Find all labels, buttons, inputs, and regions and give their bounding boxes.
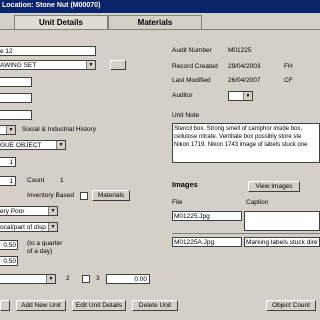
nav-button[interactable] — [0, 300, 10, 311]
images-heading: Images — [172, 180, 198, 189]
image-caption-1[interactable] — [244, 211, 320, 231]
count-label: Count — [27, 177, 45, 184]
unit-name-field[interactable]: e 12 — [0, 46, 96, 56]
edit-unit-details-button[interactable]: Edit Unit Details — [72, 300, 126, 311]
tab-materials[interactable]: Materials — [108, 15, 202, 29]
time-field-2[interactable]: 0.50 — [0, 256, 18, 266]
image-file-2[interactable]: M01225A.Jpg — [172, 237, 242, 247]
auditor-label: Auditor — [172, 92, 193, 99]
disposal-value: ocal/part of disp — [0, 224, 46, 231]
blank-field-2[interactable] — [0, 93, 32, 103]
blank-field-1[interactable] — [0, 77, 32, 87]
object-type-select[interactable]: GUE OBJECT ▼ — [0, 140, 66, 150]
file-column-header: File — [172, 199, 183, 206]
time-note: (to a quarter of a day) — [27, 240, 63, 255]
blank-field-3[interactable] — [0, 110, 32, 120]
record-created-by: FH — [284, 63, 293, 70]
number-2-label: 2 — [66, 275, 70, 282]
inventory-label: Inventory Based — [27, 192, 74, 199]
condition-select[interactable]: ery Poor ▼ — [0, 206, 58, 216]
class-label: Social & Industrial History — [22, 126, 97, 133]
auditor-select[interactable]: ▼ — [228, 91, 253, 101]
chevron-down-icon[interactable]: ▼ — [6, 126, 15, 134]
image-caption-2[interactable]: Marking labels stuck dire — [244, 237, 320, 247]
browse-button[interactable] — [110, 60, 126, 70]
chevron-down-icon[interactable]: ▼ — [46, 275, 55, 283]
total-field[interactable]: 0.00 — [106, 274, 150, 284]
class-select[interactable]: ▼ — [0, 125, 16, 135]
view-images-button[interactable]: View Images — [248, 181, 300, 192]
quantity-field-2[interactable]: 1 — [0, 176, 16, 186]
audit-number-label: Audit Number — [172, 47, 212, 54]
add-new-unit-button[interactable]: Add New Unit — [16, 300, 66, 311]
last-modified-label: Last Modified — [172, 77, 211, 84]
count-value: 1 — [60, 177, 64, 184]
delete-unit-button[interactable]: Delete Unit — [132, 300, 178, 311]
condition-value: ery Poor — [0, 208, 25, 215]
chevron-down-icon[interactable]: ▼ — [48, 223, 57, 231]
last-modified-value: 26/04/2007 — [228, 77, 261, 84]
chevron-down-icon[interactable]: ▼ — [86, 61, 95, 69]
window-title: Location: Stone Nut (M00070) — [2, 2, 101, 9]
image-row-divider — [172, 233, 320, 234]
materials-button[interactable]: Materials — [92, 190, 130, 201]
object-set-value: AWING SET — [0, 62, 37, 69]
chevron-down-icon[interactable]: ▼ — [56, 141, 65, 149]
chevron-down-icon[interactable]: ▼ — [48, 207, 57, 215]
record-created-value: 29/04/2003 — [228, 63, 261, 70]
last-modified-by: CF — [284, 77, 293, 84]
quantity-field-1[interactable]: 1 — [0, 157, 16, 167]
extra-select[interactable]: ▼ — [0, 274, 56, 284]
time-field-1[interactable]: 0.50 — [0, 240, 18, 250]
record-created-label: Record Created — [172, 63, 218, 70]
chevron-down-icon[interactable]: ▼ — [243, 92, 252, 100]
audit-number-value: M01225 — [228, 47, 252, 54]
unit-note-textarea[interactable]: Stencil box. Strong smell of camphor ins… — [172, 123, 320, 163]
checkbox-2[interactable] — [82, 275, 90, 283]
object-set-select[interactable]: AWING SET ▼ — [0, 60, 96, 70]
tab-strip: Unit Details Materials — [0, 14, 320, 30]
object-type-value: GUE OBJECT — [0, 142, 42, 149]
tab-unit-details[interactable]: Unit Details — [14, 15, 108, 29]
unit-details-panel: e 12 AWING SET ▼ ▼ Social & Industrial H… — [0, 30, 320, 320]
image-file-1[interactable]: M01225.Jpg — [172, 211, 242, 221]
caption-column-header: Caption — [246, 199, 269, 206]
number-3-label: 3 — [96, 275, 100, 282]
unit-note-label: Unit Note — [172, 112, 200, 119]
object-count-button[interactable]: Object Count — [266, 300, 316, 311]
inventory-checkbox[interactable] — [80, 192, 88, 200]
disposal-select[interactable]: ocal/part of disp ▼ — [0, 222, 58, 232]
title-bar: Location: Stone Nut (M00070) — [0, 0, 320, 13]
